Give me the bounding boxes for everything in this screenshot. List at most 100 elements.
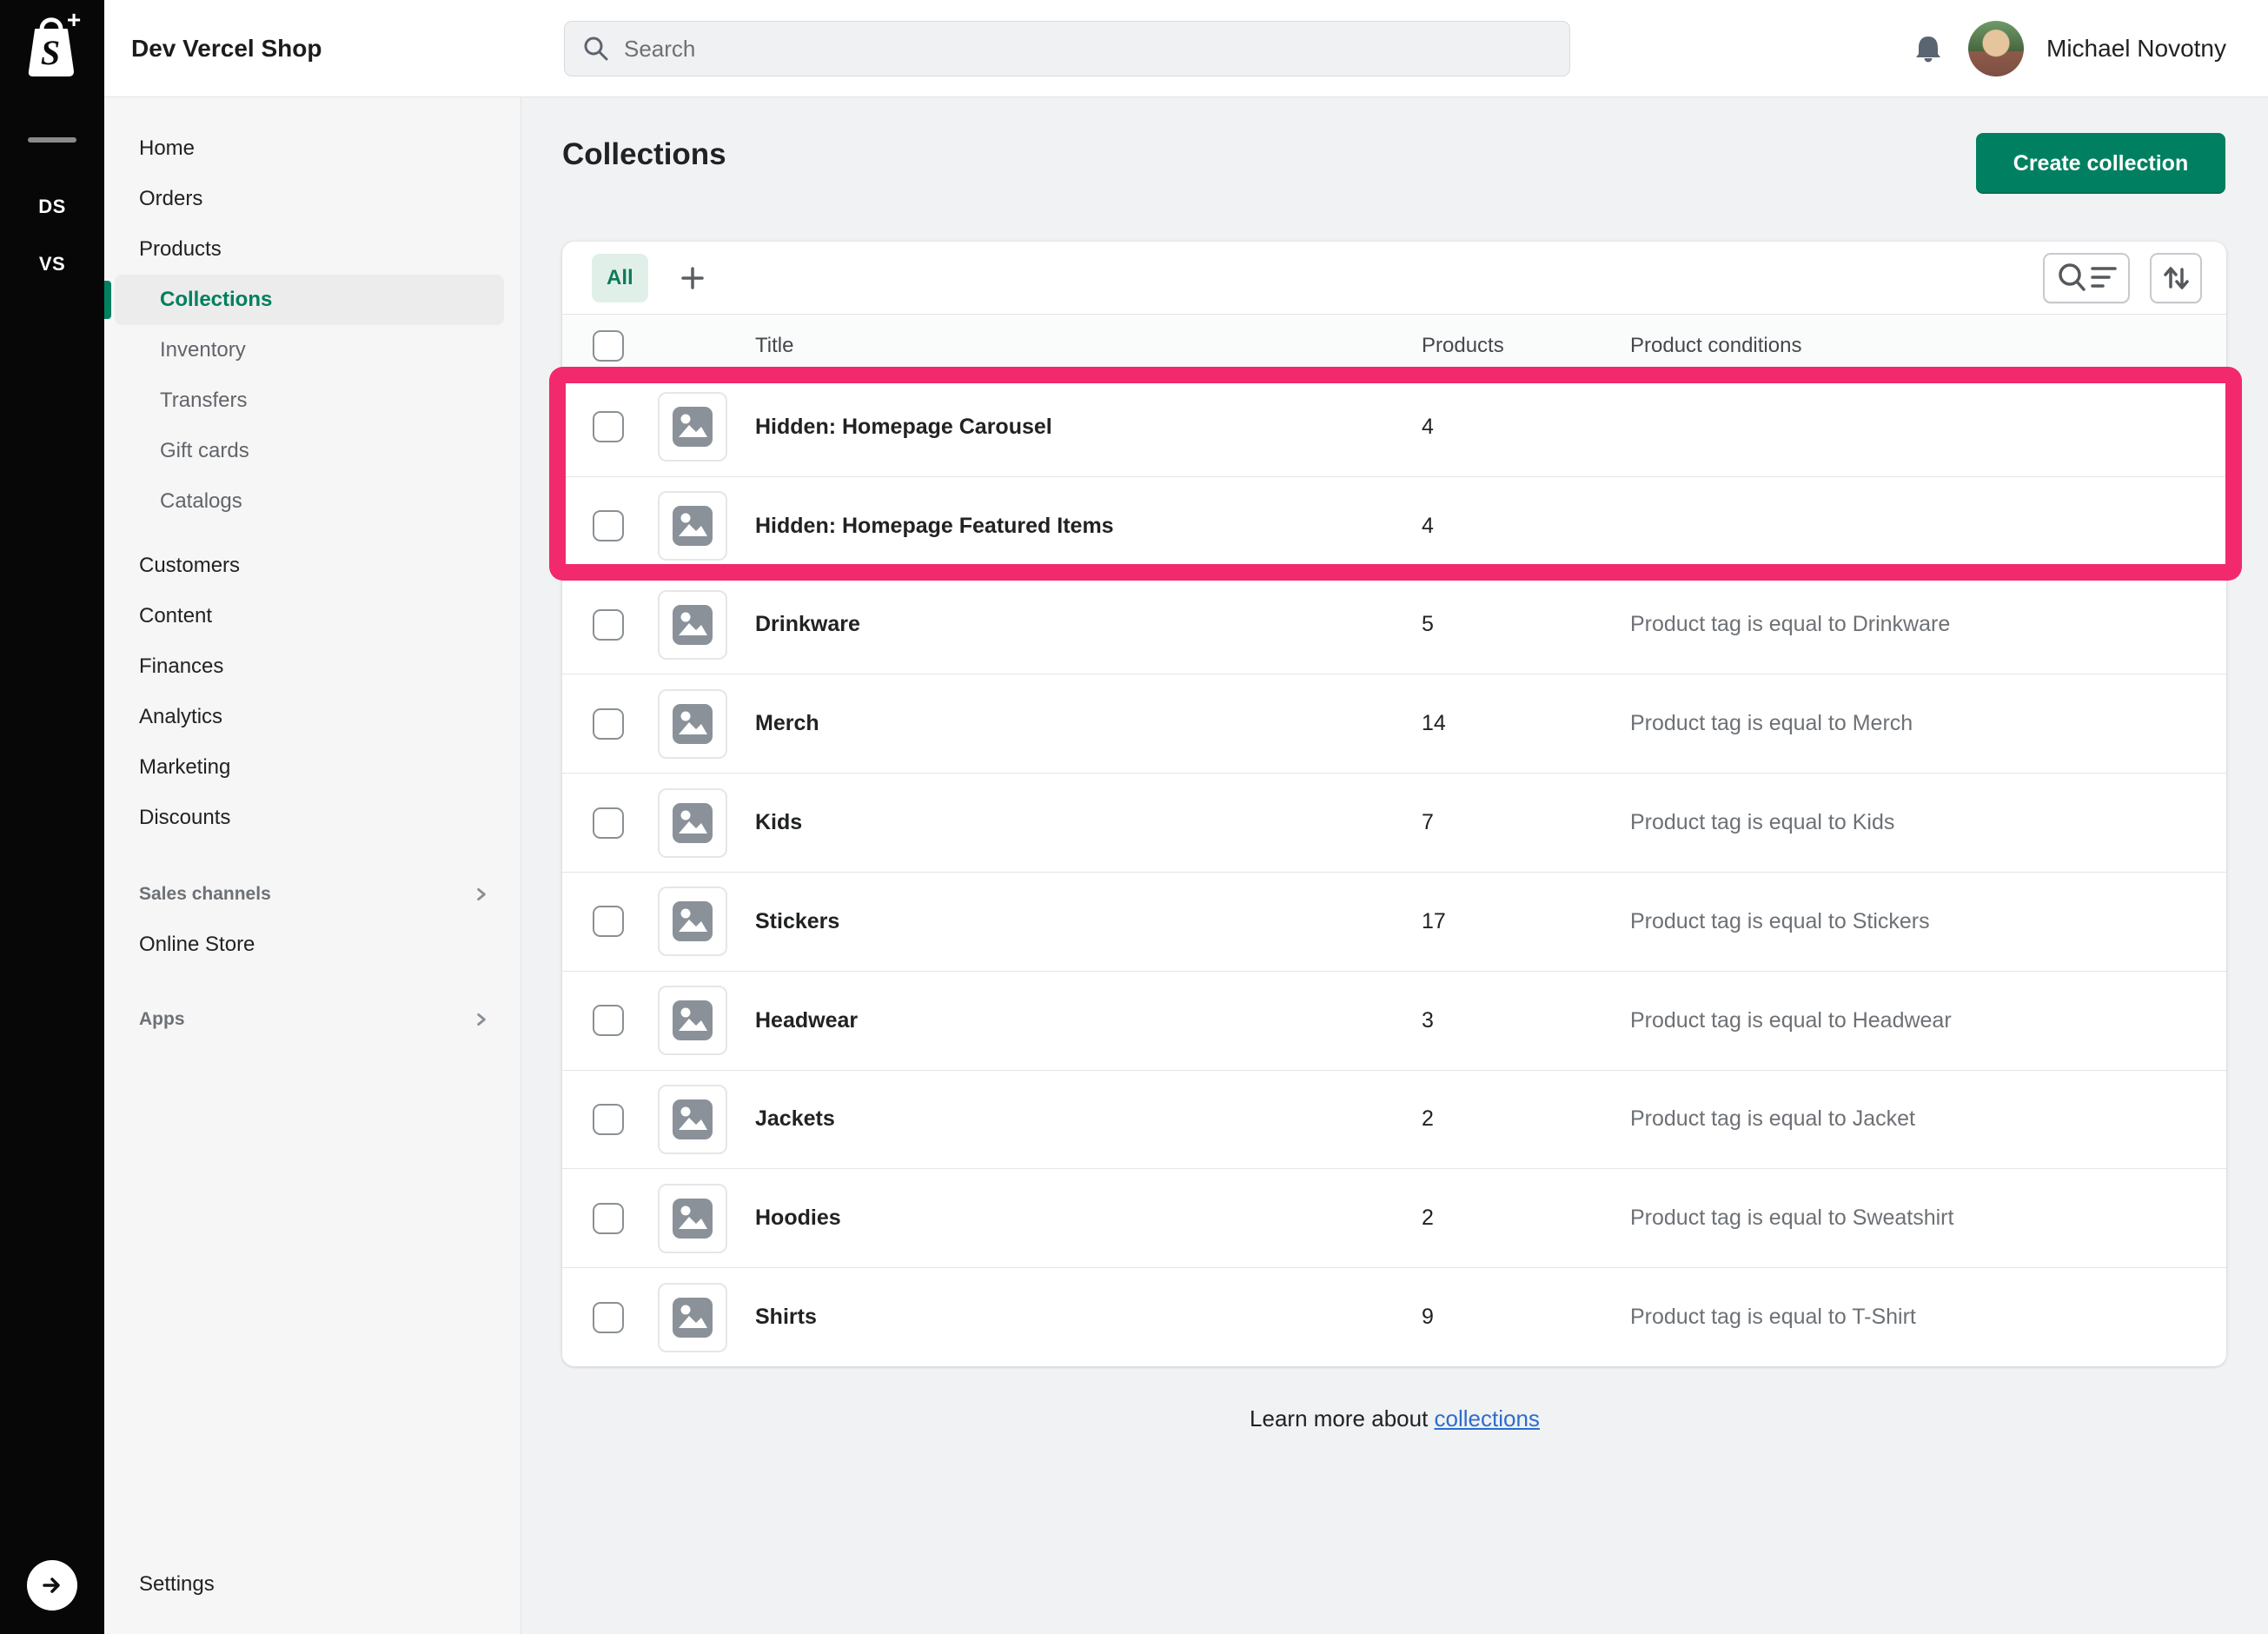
sidebar-item-content[interactable]: Content [104,591,521,641]
sidebar-item-products[interactable]: Products [104,224,521,275]
table-row[interactable]: Headwear 3 Product tag is equal to Headw… [562,971,2226,1070]
collection-product-count: 3 [1422,1008,1630,1033]
row-checkbox[interactable] [593,510,624,541]
sidebar-item-label: Customers [139,554,240,578]
table-row[interactable]: Hidden: Homepage Featured Items 4 [562,476,2226,575]
collection-title[interactable]: Hidden: Homepage Featured Items [755,514,1422,539]
collection-thumbnail [658,1085,727,1154]
table-row[interactable]: Drinkware 5 Product tag is equal to Drin… [562,575,2226,674]
rail-divider [28,137,76,143]
row-checkbox[interactable] [593,1203,624,1234]
collection-title[interactable]: Shirts [755,1305,1422,1330]
collection-thumbnail [658,590,727,660]
row-checkbox[interactable] [593,906,624,937]
collection-title[interactable]: Jackets [755,1106,1422,1132]
sidebar-item-inventory[interactable]: Inventory [104,325,521,375]
select-all-checkbox[interactable] [593,330,624,362]
rail-shop-list: DSVS [0,178,104,293]
expand-sidebar-button[interactable] [27,1560,77,1611]
row-checkbox[interactable] [593,1005,624,1036]
sidebar-item-home[interactable]: Home [104,123,521,174]
avatar[interactable] [1968,21,2024,76]
table-row[interactable]: Shirts 9 Product tag is equal to T-Shirt [562,1267,2226,1366]
bell-icon [1913,33,1944,64]
row-checkbox[interactable] [593,1104,624,1135]
collection-title[interactable]: Merch [755,711,1422,736]
shopify-admin-window: S + DSVS Dev Vercel Shop [0,0,2268,1634]
collection-title[interactable]: Hoodies [755,1206,1422,1231]
image-placeholder-icon [673,704,713,744]
collection-product-count: 5 [1422,612,1630,637]
global-search[interactable] [564,21,1570,76]
sidebar-item-online-store[interactable]: Online Store [104,920,521,970]
image-placeholder-icon [673,1000,713,1040]
tabs-row: All [562,242,2226,315]
collection-product-count: 9 [1422,1305,1630,1330]
sort-button[interactable] [2150,253,2202,303]
row-checkbox[interactable] [593,807,624,839]
sidebar-item-discounts[interactable]: Discounts [104,793,521,843]
sidebar-item-label: Home [139,136,195,161]
sidebar-item-label: Discounts [139,806,230,830]
image-placeholder-icon [673,1298,713,1338]
column-product-conditions: Product conditions [1630,334,2226,358]
row-checkbox[interactable] [593,609,624,641]
sidebar-item-label: Marketing [139,755,230,780]
table-row[interactable]: Merch 14 Product tag is equal to Merch [562,674,2226,773]
collection-condition: Product tag is equal to Drinkware [1630,612,2226,637]
sidebar-item-marketing[interactable]: Marketing [104,742,521,793]
collection-title[interactable]: Stickers [755,909,1422,934]
topbar-right: Michael Novotny [1911,0,2226,97]
collection-product-count: 7 [1422,810,1630,835]
online-store-label: Online Store [139,933,255,957]
table-row[interactable]: Hoodies 2 Product tag is equal to Sweats… [562,1168,2226,1267]
sidebar-item-finances[interactable]: Finances [104,641,521,692]
sidebar-item-customers[interactable]: Customers [104,541,521,591]
collection-title[interactable]: Hidden: Homepage Carousel [755,415,1422,440]
sidebar-item-settings[interactable]: Settings [104,1559,521,1610]
collection-condition: Product tag is equal to Kids [1630,810,2226,835]
collection-thumbnail [658,1283,727,1352]
sidebar-item-orders[interactable]: Orders [104,174,521,224]
row-checkbox[interactable] [593,708,624,740]
sidebar-item-label: Transfers [160,389,247,413]
collection-title[interactable]: Kids [755,810,1422,835]
notifications-button[interactable] [1911,31,1946,66]
collection-title[interactable]: Headwear [755,1008,1422,1033]
logo-handle [42,20,61,30]
shopify-logo[interactable]: S + [23,10,81,83]
sidebar-item-transfers[interactable]: Transfers [104,375,521,426]
collection-title[interactable]: Drinkware [755,612,1422,637]
add-tab-button[interactable] [678,263,707,293]
sidebar-item-analytics[interactable]: Analytics [104,692,521,742]
sidebar-item-apps[interactable]: Apps [104,994,521,1045]
row-checkbox[interactable] [593,411,624,442]
rail-shop-ds[interactable]: DS [0,178,104,236]
search-and-filter-button[interactable] [2043,253,2130,303]
footer-text: Learn more about [1250,1405,1428,1431]
sidebar-item-sales-channels[interactable]: Sales channels [104,869,521,920]
table-row[interactable]: Kids 7 Product tag is equal to Kids [562,773,2226,872]
image-placeholder-icon [673,506,713,546]
sidebar-item-label: Analytics [139,705,222,729]
search-input[interactable] [624,36,1493,63]
sidebar: Home OrdersProductsCollectionsInventory Tr… [104,97,521,1634]
sidebar-item-catalogs[interactable]: Catalogs [104,476,521,527]
create-collection-button[interactable]: Create collection [1976,133,2225,194]
collections-link[interactable]: collections [1435,1405,1540,1431]
sidebar-item-gift-cards[interactable]: Gift cards [104,426,521,476]
sidebar-item-collections[interactable]: Collections [115,275,504,325]
table-row[interactable]: Jackets 2 Product tag is equal to Jacket [562,1070,2226,1169]
user-name[interactable]: Michael Novotny [2046,35,2226,63]
table-row[interactable]: Stickers 17 Product tag is equal to Stic… [562,872,2226,971]
rail-shop-vs[interactable]: VS [0,236,104,293]
tab-all[interactable]: All [592,254,648,302]
search-icon [582,35,610,63]
collection-condition: Product tag is equal to Jacket [1630,1106,2226,1132]
image-placeholder-icon [673,1099,713,1139]
collection-thumbnail [658,887,727,956]
collection-condition: Product tag is equal to Stickers [1630,909,2226,934]
row-checkbox[interactable] [593,1302,624,1333]
table-row[interactable]: Hidden: Homepage Carousel 4 [562,377,2226,476]
collection-product-count: 14 [1422,711,1630,736]
